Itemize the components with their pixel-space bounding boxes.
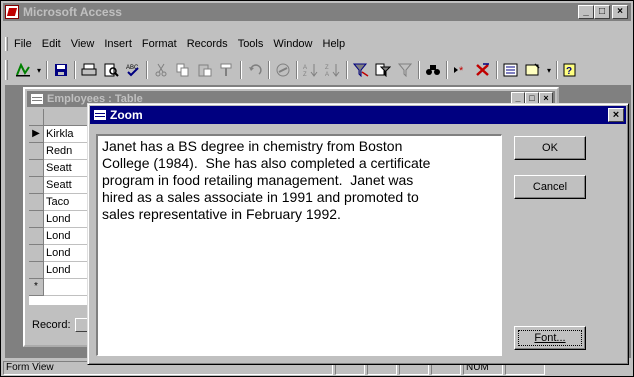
close-button[interactable]: ×	[612, 5, 628, 19]
sort-descending-icon[interactable]: ZA	[322, 60, 344, 80]
dropdown-icon[interactable]: ▾	[34, 60, 44, 80]
sort-ascending-icon[interactable]: AZ	[300, 60, 322, 80]
menubar-grip[interactable]	[5, 37, 8, 51]
menu-tools[interactable]: Tools	[238, 38, 264, 50]
paste-icon[interactable]	[194, 60, 216, 80]
access-window: Microsoft Access _ □ × File Edit View In…	[0, 0, 634, 377]
zoom-dialog: Zoom × Janet has a BS degree in chemistr…	[87, 103, 629, 365]
menu-bar: File Edit View Insert Format Records Too…	[5, 35, 355, 53]
menu-format[interactable]: Format	[142, 38, 177, 50]
help-icon[interactable]: ?	[560, 60, 582, 80]
minimize-button[interactable]: _	[578, 5, 594, 19]
dropdown-icon[interactable]: ▾	[544, 60, 554, 80]
row-selector[interactable]	[29, 160, 44, 177]
record-label: Record:	[32, 319, 71, 331]
toolbar: ▾ ABC A Z Z A * ▾ ?	[5, 58, 631, 82]
new-record-marker[interactable]: *	[29, 279, 44, 296]
maximize-button[interactable]: □	[594, 5, 610, 19]
svg-text:A: A	[325, 72, 329, 77]
font-button-label: Font...	[534, 332, 566, 344]
view-icon[interactable]	[12, 60, 34, 80]
app-window-controls: _ □ ×	[578, 5, 628, 19]
new-record-icon[interactable]: *	[450, 60, 472, 80]
svg-text:?: ?	[566, 66, 572, 77]
row-selector[interactable]	[29, 143, 44, 160]
zoom-text-area[interactable]: Janet has a BS degree in chemistry from …	[96, 134, 502, 356]
select-all-corner[interactable]	[29, 109, 44, 126]
apply-filter-icon[interactable]	[394, 60, 416, 80]
ok-button[interactable]: OK	[514, 136, 586, 160]
filter-by-selection-icon[interactable]	[350, 60, 372, 80]
svg-text:*: *	[459, 65, 464, 77]
menu-view[interactable]: View	[71, 38, 95, 50]
svg-text:Z: Z	[325, 65, 329, 71]
save-icon[interactable]	[50, 60, 72, 80]
menu-window[interactable]: Window	[273, 38, 312, 50]
zoom-dialog-titlebar: Zoom ×	[90, 106, 626, 124]
cut-icon[interactable]	[150, 60, 172, 80]
cancel-button[interactable]: Cancel	[514, 175, 586, 199]
spelling-icon[interactable]: ABC	[122, 60, 144, 80]
delete-record-icon[interactable]	[472, 60, 494, 80]
properties-icon[interactable]	[500, 60, 522, 80]
undo-icon[interactable]	[244, 60, 266, 80]
row-selector[interactable]	[29, 194, 44, 211]
format-painter-icon[interactable]	[216, 60, 238, 80]
zoom-dialog-title: Zoom	[110, 108, 143, 122]
zoom-close-button[interactable]: ×	[608, 108, 624, 122]
row-selector[interactable]	[29, 177, 44, 194]
menu-edit[interactable]: Edit	[42, 38, 61, 50]
menu-file[interactable]: File	[14, 38, 32, 50]
copy-icon[interactable]	[172, 60, 194, 80]
print-icon[interactable]	[78, 60, 100, 80]
find-icon[interactable]	[422, 60, 444, 80]
filter-by-form-icon[interactable]	[372, 60, 394, 80]
row-selector[interactable]: ▶	[29, 126, 44, 143]
app-titlebar: Microsoft Access _ □ ×	[3, 3, 631, 21]
hyperlink-icon[interactable]	[272, 60, 294, 80]
svg-text:Z: Z	[303, 72, 307, 77]
app-title: Microsoft Access	[23, 5, 122, 19]
row-selector[interactable]	[29, 245, 44, 262]
svg-text:A: A	[303, 65, 307, 71]
row-selector[interactable]	[29, 262, 44, 279]
menu-help[interactable]: Help	[323, 38, 346, 50]
row-selector[interactable]	[29, 211, 44, 228]
row-selector[interactable]	[29, 228, 44, 245]
print-preview-icon[interactable]	[100, 60, 122, 80]
table-icon	[31, 94, 43, 104]
zoom-icon	[94, 110, 106, 120]
access-key-icon[interactable]	[5, 5, 19, 19]
new-object-icon[interactable]	[522, 60, 544, 80]
menu-records[interactable]: Records	[187, 38, 228, 50]
font-button[interactable]: Font...	[514, 326, 586, 350]
menu-insert[interactable]: Insert	[104, 38, 132, 50]
toolbar-grip[interactable]	[5, 60, 8, 80]
